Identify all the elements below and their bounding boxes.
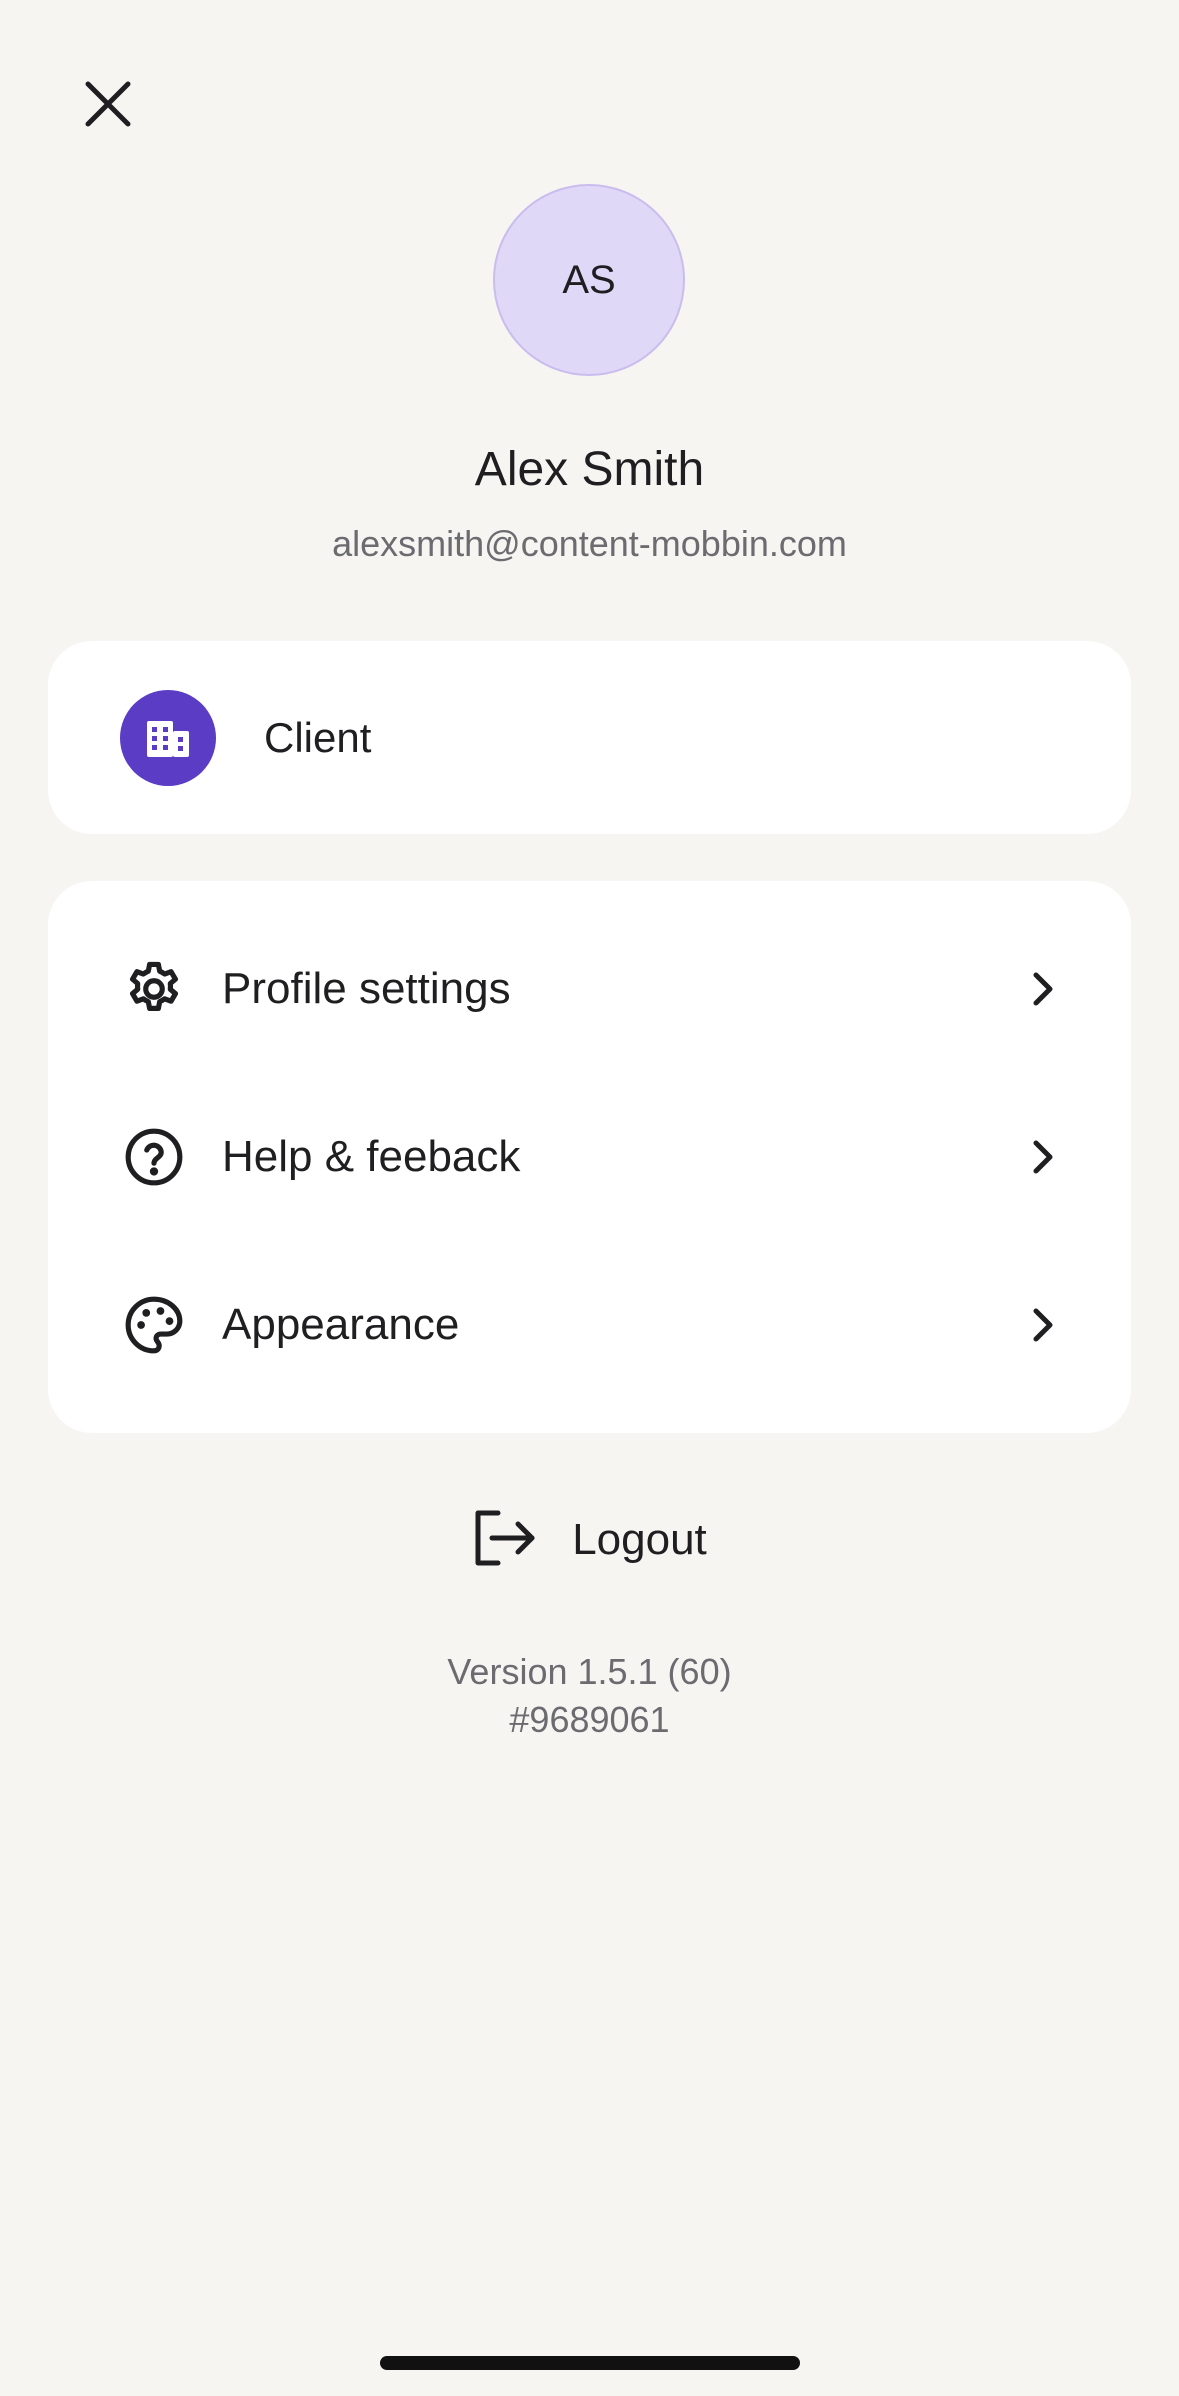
app-version-info: Version 1.5.1 (60) #9689061 bbox=[0, 1648, 1179, 1744]
logout-icon bbox=[472, 1509, 538, 1572]
logout-label: Logout bbox=[572, 1515, 707, 1564]
menu-item-label: Help & feeback bbox=[222, 1132, 521, 1181]
close-button[interactable] bbox=[72, 68, 144, 140]
menu-item-label: Appearance bbox=[222, 1300, 460, 1349]
build-number: #9689061 bbox=[509, 1699, 670, 1740]
menu-item-label: Profile settings bbox=[222, 964, 511, 1013]
logout-button[interactable]: Logout bbox=[0, 1504, 1179, 1576]
close-icon bbox=[85, 81, 131, 127]
menu-item-profile-settings[interactable]: Profile settings bbox=[48, 905, 1131, 1073]
chevron-right-icon bbox=[1019, 1133, 1067, 1181]
home-indicator bbox=[380, 2356, 800, 2370]
avatar: AS bbox=[493, 184, 685, 376]
chevron-right-icon bbox=[1019, 1301, 1067, 1349]
profile-email: alexsmith@content-mobbin.com bbox=[332, 523, 847, 564]
menu-item-help-feedback[interactable]: Help & feeback bbox=[48, 1073, 1131, 1241]
avatar-initials: AS bbox=[562, 257, 616, 302]
gear-icon bbox=[122, 957, 186, 1021]
version-text: Version 1.5.1 (60) bbox=[447, 1651, 732, 1692]
menu-item-appearance[interactable]: Appearance bbox=[48, 1241, 1131, 1409]
palette-icon bbox=[122, 1293, 186, 1357]
building-icon bbox=[120, 689, 216, 786]
account-type-label: Client bbox=[264, 713, 372, 761]
settings-menu: Profile settings Help & feeback Appearan… bbox=[48, 881, 1131, 1433]
chevron-right-icon bbox=[1019, 965, 1067, 1013]
account-type-card: Client bbox=[48, 641, 1131, 834]
profile-name: Alex Smith bbox=[474, 443, 705, 496]
question-circle-icon bbox=[122, 1125, 186, 1189]
